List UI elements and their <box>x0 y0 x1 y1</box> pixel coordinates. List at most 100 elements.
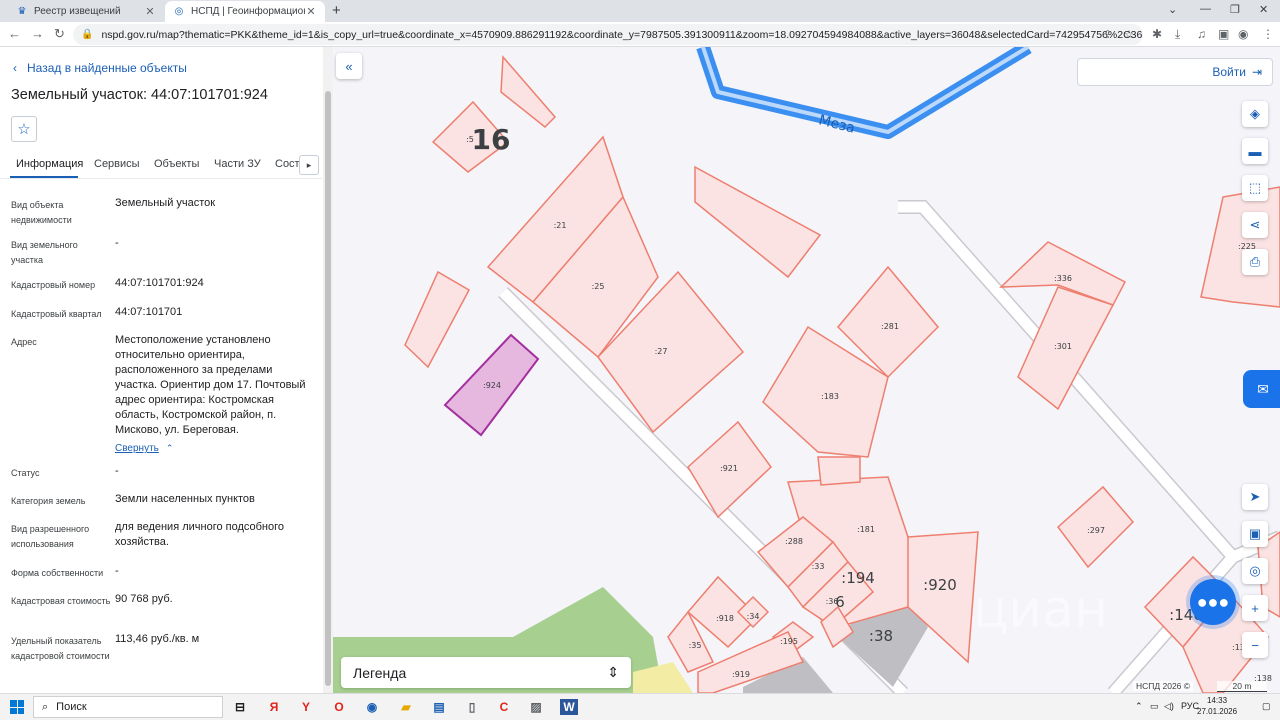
label-181: :181 <box>857 525 875 534</box>
taskbar-search[interactable]: ⌕ Поиск <box>33 696 223 718</box>
bookmark-star-icon[interactable]: ☆ <box>1124 28 1134 41</box>
locate-button[interactable]: ➤ <box>1242 484 1268 510</box>
property-value: Земельный участок <box>115 197 216 209</box>
chat-bubble-icon: ✉ <box>1257 380 1269 397</box>
layers-button[interactable]: ◈ <box>1242 101 1268 127</box>
print-button[interactable]: ⎙ <box>1242 249 1268 275</box>
parcel-top[interactable] <box>500 55 557 129</box>
tab-information[interactable]: Информация <box>16 158 83 170</box>
property-value-wrapper: Местоположение установлено относительно … <box>115 333 313 456</box>
chevron-left-icon: ‹ <box>13 61 17 75</box>
ruler-button[interactable]: ▬ <box>1242 138 1268 164</box>
printer-icon: ⎙ <box>1249 254 1261 269</box>
taskbar-clock[interactable]: 14:33 27.01.2026 <box>1197 695 1237 717</box>
new-tab-icon[interactable]: + <box>332 2 341 19</box>
river-meza <box>696 47 1032 139</box>
browser-tab-registry[interactable]: ♛ Реестр извещений ✕ <box>8 1 164 22</box>
chrome-app-icon[interactable]: C <box>495 699 513 715</box>
minus-icon: − <box>1251 637 1259 653</box>
collapse-sidebar-button[interactable]: « <box>336 53 362 79</box>
parcel-small[interactable] <box>817 456 861 486</box>
tab-title: Реестр извещений <box>34 6 121 17</box>
location-pin-icon: ◎ <box>1249 563 1261 578</box>
label-918: :918 <box>716 614 734 623</box>
word-icon[interactable]: W <box>560 699 578 715</box>
restore-icon[interactable]: ❐ <box>1230 3 1240 16</box>
browser-tab-nspd[interactable]: ◎ НСПД | Геоинформационный п ✕ <box>165 1 325 22</box>
cadastral-map[interactable]: :5 :21 :25 :27 :924 :921 :183 :281 :336 … <box>333 47 1280 693</box>
file-icon[interactable]: ▯ <box>463 699 481 715</box>
label-16: 16 <box>472 123 511 156</box>
back-arrow-icon[interactable]: ← <box>8 26 21 41</box>
parcel-west[interactable] <box>404 270 471 369</box>
property-label: Форма собственности <box>11 568 104 578</box>
back-to-results-link[interactable]: ‹ Назад в найденные объекты <box>13 61 187 75</box>
label-27: :27 <box>655 347 668 356</box>
label-297: :297 <box>1087 526 1105 535</box>
close-icon[interactable]: ✕ <box>305 5 317 18</box>
windows-start-icon[interactable] <box>10 700 24 714</box>
tabs-scroll-right-button[interactable]: ▸ <box>299 155 319 175</box>
clock-time: 14:33 <box>1207 696 1228 705</box>
close-icon[interactable]: ✕ <box>144 5 156 18</box>
notifications-icon[interactable]: ▢ <box>1262 701 1271 712</box>
tab-objects[interactable]: Объекты <box>154 158 199 170</box>
navigation-arrow-icon: ➤ <box>1249 489 1261 504</box>
favorite-button[interactable]: ☆ <box>11 116 37 142</box>
map-attribution: НСПД 2026 © <box>1133 681 1194 691</box>
chat-icon: ●●● <box>1196 591 1230 612</box>
login-button[interactable]: Войти ⇥ <box>1077 58 1273 86</box>
share-map-button[interactable]: ⋖ <box>1242 212 1268 238</box>
extensions-icon[interactable]: ✱ <box>1152 27 1162 41</box>
label-35: :35 <box>689 641 702 650</box>
profile-icon[interactable]: ◉ <box>1238 27 1248 41</box>
scrollbar-thumb[interactable] <box>325 91 331 686</box>
sidebar-scrollbar[interactable] <box>323 47 333 693</box>
download-icon[interactable]: ⤓ <box>1175 27 1180 42</box>
volume-icon[interactable]: ◁) <box>1164 701 1174 712</box>
share-icon[interactable]: ⇪ <box>1103 28 1112 41</box>
star-icon: ☆ <box>17 121 31 138</box>
feedback-side-tab[interactable]: ✉ <box>1243 370 1280 408</box>
area-select-button[interactable]: ⬚ <box>1242 175 1268 201</box>
tray-chevron-icon[interactable]: ⌃ <box>1135 701 1143 712</box>
task-view-icon[interactable]: ⊟ <box>231 699 249 715</box>
window-close-icon[interactable]: ✕ <box>1259 3 1268 16</box>
label-183: :183 <box>821 392 839 401</box>
ruler-icon: ▬ <box>1248 143 1262 159</box>
minimize-icon[interactable]: — <box>1200 3 1211 15</box>
forward-arrow-icon[interactable]: → <box>31 26 44 41</box>
label-281: :281 <box>881 322 899 331</box>
collapse-link[interactable]: Свернуть ⌃ <box>115 441 313 456</box>
chevron-down-icon[interactable]: ⌄ <box>1168 3 1177 16</box>
minimap-button[interactable]: ▣ <box>1242 521 1268 547</box>
geolocation-button[interactable]: ◎ <box>1242 558 1268 584</box>
reload-icon[interactable]: ↻ <box>54 26 65 42</box>
property-value: - <box>115 565 119 577</box>
media-icon[interactable]: ♫ <box>1197 27 1206 41</box>
label-919: :919 <box>732 670 750 679</box>
tab-services[interactable]: Сервисы <box>94 158 140 170</box>
zoom-out-button[interactable]: − <box>1242 632 1268 658</box>
app-icon[interactable]: ◉ <box>363 699 381 715</box>
tab-parts[interactable]: Части ЗУ <box>214 158 261 170</box>
parcel-long[interactable] <box>694 165 822 279</box>
label-33: :33 <box>812 562 825 571</box>
opera-icon[interactable]: O <box>330 699 348 715</box>
side-panel-icon[interactable]: ▣ <box>1218 27 1229 41</box>
image-viewer-icon[interactable]: ▨ <box>527 699 545 715</box>
menu-dots-icon[interactable]: ⋮ <box>1262 27 1274 41</box>
double-chevron-left-icon: « <box>345 58 353 74</box>
map-canvas[interactable]: :5 :21 :25 :27 :924 :921 :183 :281 :336 … <box>333 47 1280 693</box>
chat-assistant-button[interactable]: ●●● <box>1190 579 1236 625</box>
folder-icon[interactable]: ▰ <box>397 699 415 715</box>
yandex-browser-icon[interactable]: Y <box>297 699 315 715</box>
address-bar[interactable]: 🔒 nspd.gov.ru/map?thematic=PKK&theme_id=… <box>73 24 1143 45</box>
yandex-icon[interactable]: Я <box>265 699 283 715</box>
network-icon[interactable]: ▭ <box>1150 701 1159 712</box>
windows-taskbar: ⌕ Поиск ⊟ Я Y O ◉ ▰ ▤ ▯ C ▨ W ⌃ ▭ ◁) РУС… <box>0 693 1280 720</box>
zoom-in-button[interactable]: + <box>1242 595 1268 621</box>
legend-button[interactable]: Легенда ⇕ <box>341 657 631 688</box>
label-195: :195 <box>780 637 798 646</box>
remote-app-icon[interactable]: ▤ <box>430 699 448 715</box>
